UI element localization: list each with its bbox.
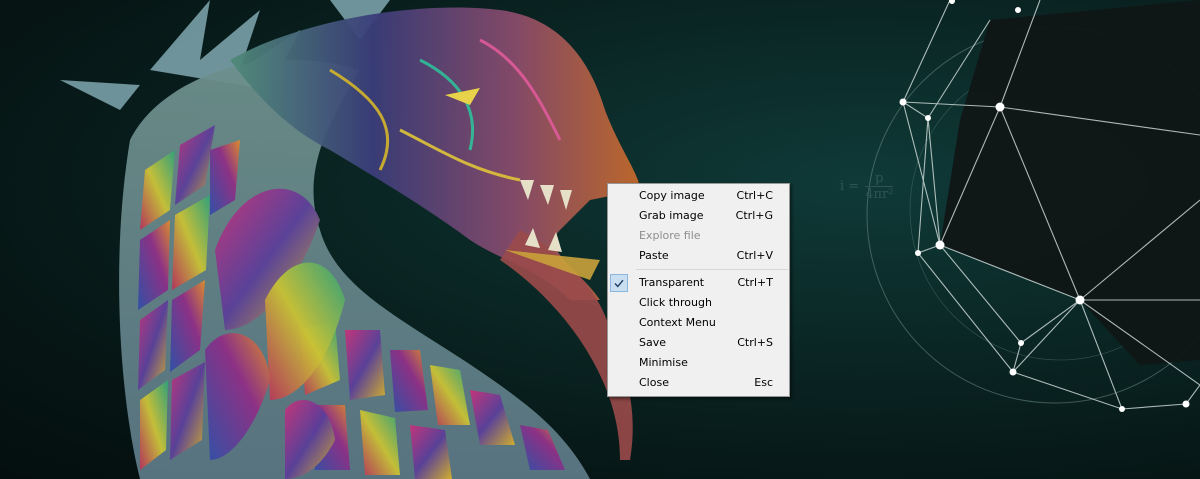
menu-item-label: Click through bbox=[639, 296, 712, 309]
menu-item-label: Save bbox=[639, 336, 667, 349]
menu-item-shortcut: Esc bbox=[754, 376, 773, 389]
menu-item-shortcut: Ctrl+G bbox=[735, 209, 773, 222]
menu-item-context-menu[interactable]: Context Menu bbox=[608, 313, 789, 333]
menu-item-shortcut: Ctrl+V bbox=[736, 249, 773, 262]
menu-item-grab-image[interactable]: Grab image Ctrl+G bbox=[608, 206, 789, 226]
menu-item-label: Paste bbox=[639, 249, 669, 262]
menu-item-paste[interactable]: Paste Ctrl+V bbox=[608, 246, 789, 266]
menu-item-label: Minimise bbox=[639, 356, 688, 369]
menu-item-minimise[interactable]: Minimise bbox=[608, 353, 789, 373]
menu-item-label: Close bbox=[639, 376, 669, 389]
menu-item-save[interactable]: Save Ctrl+S bbox=[608, 333, 789, 353]
desktop-wallpaper: i = p 4πr² Copy image Ctrl+C Grab image … bbox=[0, 0, 1200, 479]
menu-item-label: Grab image bbox=[639, 209, 704, 222]
menu-item-label: Context Menu bbox=[639, 316, 716, 329]
menu-item-copy-image[interactable]: Copy image Ctrl+C bbox=[608, 186, 789, 206]
context-menu: Copy image Ctrl+C Grab image Ctrl+G Explore … bbox=[607, 183, 790, 397]
menu-item-shortcut: Ctrl+T bbox=[737, 276, 773, 289]
dragon-illustration bbox=[60, 0, 640, 479]
menu-item-transparent[interactable]: Transparent Ctrl+T bbox=[608, 273, 789, 293]
menu-item-shortcut: Ctrl+S bbox=[737, 336, 773, 349]
menu-item-label: Copy image bbox=[639, 189, 705, 202]
menu-separator bbox=[636, 269, 788, 270]
menu-item-close[interactable]: Close Esc bbox=[608, 373, 789, 393]
checkmark-icon bbox=[610, 274, 628, 292]
menu-item-shortcut: Ctrl+C bbox=[736, 189, 773, 202]
menu-item-click-through[interactable]: Click through bbox=[608, 293, 789, 313]
menu-item-explore-file: Explore file bbox=[608, 226, 789, 246]
menu-item-label: Explore file bbox=[639, 229, 701, 242]
menu-item-label: Transparent bbox=[639, 276, 705, 289]
